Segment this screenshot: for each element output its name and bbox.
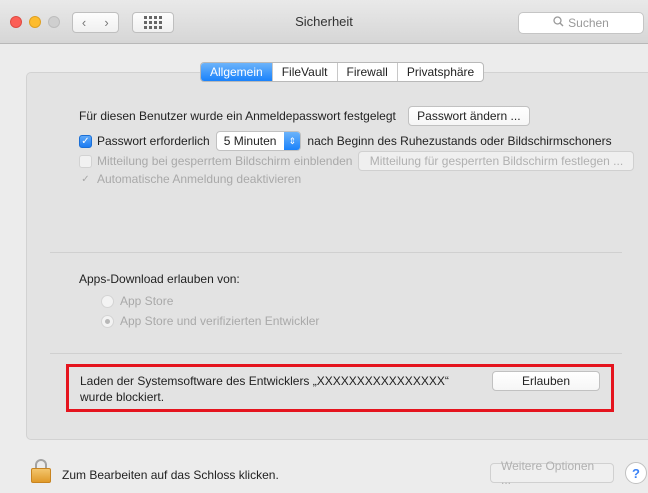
show-message-label: Mitteilung bei gesperrtem Bildschirm ein… [97,154,353,168]
apps-heading: Apps-Download erlauben von: [79,272,240,286]
tab-filevault[interactable]: FileVault [271,63,337,81]
radio-app-store-label: App Store [120,294,174,308]
radio-identified-label: App Store und verifizierten Entwickler [120,314,320,328]
autologin-checkmark-icon[interactable]: ✓ [79,173,92,186]
allow-button[interactable]: Erlauben [492,371,600,391]
radio-app-store-identified[interactable] [101,314,114,328]
blocked-software-line1: Laden der Systemsoftware des Entwicklers… [80,374,449,388]
require-password-select-value: 5 Minuten [223,134,277,148]
require-password-suffix: nach Beginn des Ruhezustands oder Bildsc… [307,134,612,148]
require-password-label: Passwort erforderlich [97,134,210,148]
radio-app-store-row: App Store [101,294,173,308]
search-icon [553,16,564,30]
password-set-text: Für diesen Benutzer wurde ein Anmeldepas… [79,109,396,123]
blocked-software-line2: wurde blockiert. [80,390,165,404]
change-password-button[interactable]: Passwort ändern ... [407,106,530,126]
tab-privatsphaere[interactable]: Privatsphäre [396,63,483,81]
set-message-button[interactable]: Mitteilung für gesperrten Bildschirm fes… [358,151,635,171]
autologin-row: ✓ Automatische Anmeldung deaktivieren [79,172,301,186]
show-message-checkbox[interactable] [79,154,92,168]
require-password-checkbox[interactable]: ✓ [79,134,92,148]
help-button[interactable]: ? [625,462,647,484]
tab-allgemein[interactable]: Allgemein [201,63,272,81]
section-divider [50,353,622,354]
advanced-options-button[interactable]: Weitere Optionen ... [490,459,614,487]
radio-identified-row: App Store und verifizierten Entwickler [101,314,319,328]
autologin-label: Automatische Anmeldung deaktivieren [97,172,302,186]
lock-text: Zum Bearbeiten auf das Schloss klicken. [62,468,279,482]
chevron-updown-icon: ⇕ [284,132,301,150]
help-icon: ? [632,465,640,481]
password-row: Für diesen Benutzer wurde ein Anmeldepas… [79,106,530,126]
tab-firewall[interactable]: Firewall [336,63,397,81]
tab-bar: Allgemein FileVault Firewall Privatsphär… [200,62,485,82]
title-bar: ‹ › Sicherheit Suchen [0,0,648,44]
show-message-row: Mitteilung bei gesperrtem Bildschirm ein… [79,151,635,171]
lock-icon[interactable] [30,459,52,483]
require-password-row: ✓ Passwort erforderlich 5 Minuten ⇕ nach… [79,131,612,151]
search-placeholder: Suchen [568,16,609,30]
section-divider [50,252,622,253]
radio-app-store[interactable] [101,294,114,308]
require-password-select[interactable]: 5 Minuten ⇕ [215,131,302,151]
search-field[interactable]: Suchen [518,12,644,34]
